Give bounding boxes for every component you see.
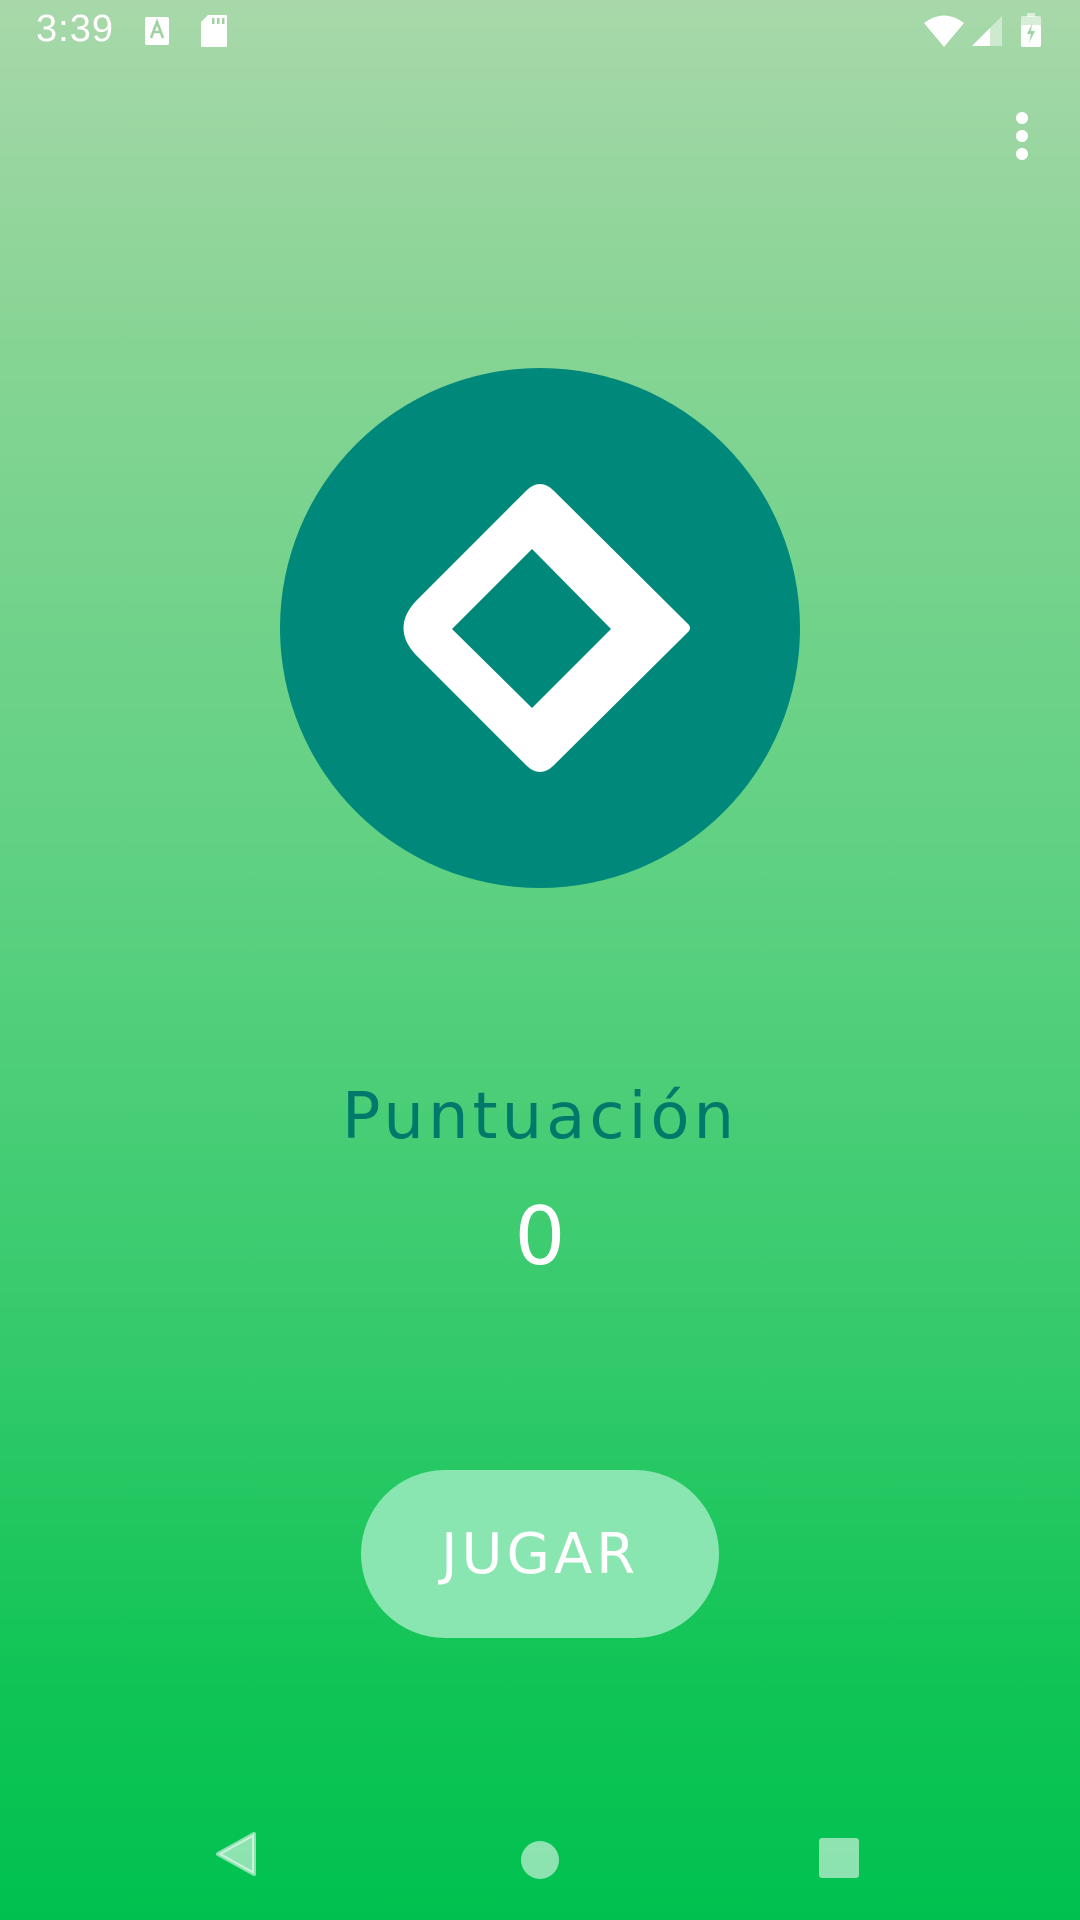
status-bar: 3:39 [0,0,1080,64]
app-logo [280,368,800,888]
back-icon[interactable] [214,1830,262,1878]
app-screen: 3:39 Puntuación 0 JUGAR [0,0,1080,1920]
status-time: 3:39 [36,8,114,50]
cell-signal-icon [972,16,1002,46]
diamond-logo-icon [280,368,800,888]
play-button[interactable]: JUGAR [361,1470,719,1638]
score-value: 0 [514,1190,566,1283]
sd-card-icon [201,15,227,47]
score-label: Puntuación [341,1080,739,1154]
more-vert-icon[interactable] [1000,106,1044,166]
battery-charging-icon [1021,13,1041,47]
recents-icon[interactable] [817,1836,861,1880]
font-a-icon [145,17,169,45]
play-button-label: JUGAR [440,1521,640,1587]
home-icon[interactable] [518,1838,562,1882]
wifi-icon [924,15,964,47]
